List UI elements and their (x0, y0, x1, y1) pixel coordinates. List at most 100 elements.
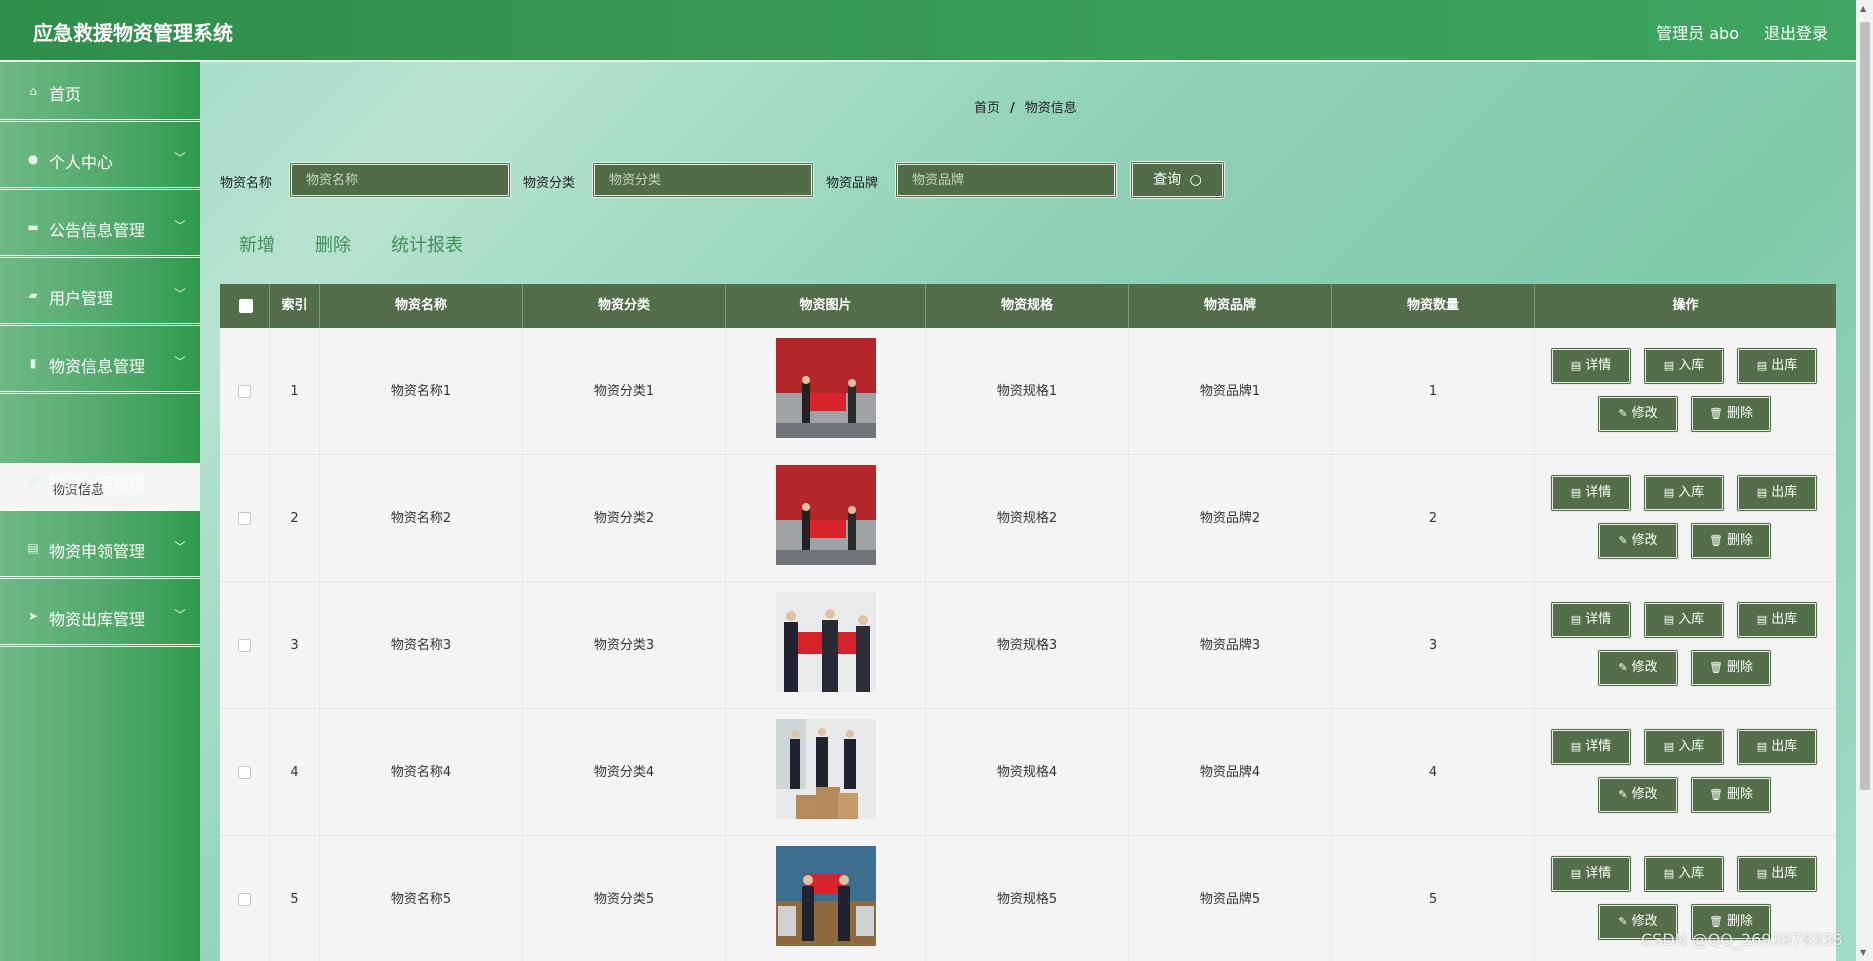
detail-button[interactable]: ▤ 详情 (1550, 474, 1632, 512)
table-row: 4 物资名称4 物资分类4 物资规格4 物资品牌4 4 ▤ 详情 ▤ 入库 ▤ 出库 … (220, 709, 1836, 836)
row-checkbox[interactable] (238, 385, 251, 398)
top-bar: 应急救援物资管理系统 管理员 abo 退出登录 (0, 0, 1873, 60)
edit-button[interactable]: ✎ 修改 (1597, 649, 1679, 687)
vertical-scrollbar[interactable]: ▲ ▼ (1856, 0, 1873, 961)
detail-button[interactable]: ▤ 详情 (1550, 601, 1632, 639)
chevron-down-icon: ﹀ (173, 472, 186, 486)
material-photo[interactable] (776, 719, 876, 819)
stock-in-button-label: 入库 (1678, 485, 1705, 500)
row-qty: 5 (1332, 836, 1535, 961)
row-checkbox[interactable] (238, 512, 251, 525)
chevron-down-icon: ﹀ (173, 608, 186, 622)
stock-out-button[interactable]: ▤ 出库 (1736, 728, 1818, 766)
row-category: 物资分类5 (523, 836, 726, 961)
stock-in-button[interactable]: ▤ 入库 (1643, 728, 1725, 766)
notice-icon: ▬ (27, 220, 39, 234)
breadcrumb-home[interactable]: 首页 (974, 101, 1000, 116)
material-photo[interactable] (776, 846, 876, 946)
detail-button[interactable]: ▤ 详情 (1550, 728, 1632, 766)
breadcrumb-separator: / (1010, 101, 1015, 116)
watermark: CSDN @QQ_2693978338 (1641, 930, 1843, 949)
detail-button[interactable]: ▤ 详情 (1550, 347, 1632, 385)
row-index: 2 (270, 455, 320, 582)
stock-in-button[interactable]: ▤ 入库 (1643, 601, 1725, 639)
search-category-label: 物资分类 (523, 176, 576, 191)
search-button[interactable]: 查询 ○ (1130, 161, 1225, 199)
chevron-down-icon: ﹀ (173, 287, 186, 301)
stock-out-button[interactable]: ▤ 出库 (1736, 347, 1818, 385)
pencil-icon: ✎ (1618, 661, 1628, 674)
col-name: 物资名称 (320, 284, 523, 328)
table-row: 3 物资名称3 物资分类3 物资规格3 物资品牌3 3 ▤ 详情 ▤ 入库 ▤ 出库 … (220, 582, 1836, 709)
stock-out-button[interactable]: ▤ 出库 (1736, 601, 1818, 639)
stock-in-button[interactable]: ▤ 入库 (1643, 347, 1725, 385)
stock-in-button-label: 入库 (1678, 612, 1705, 627)
delete-button[interactable]: 🗑 删除 (1690, 649, 1772, 687)
search-name-input[interactable] (292, 165, 508, 195)
current-user: 管理员 abo (1656, 24, 1739, 43)
select-all-checkbox[interactable] (239, 299, 253, 313)
row-category: 物资分类3 (523, 582, 726, 709)
scroll-down-icon[interactable]: ▼ (1860, 948, 1866, 957)
sidebar-item-label: 公告信息管理 (49, 221, 146, 240)
edit-button[interactable]: ✎ 修改 (1597, 776, 1679, 814)
detail-button-label: 详情 (1585, 358, 1612, 373)
document-icon: ▤ (1570, 486, 1582, 499)
breadcrumb: 首页 / 物资信息 (974, 97, 1077, 116)
trash-icon: 🗑 (1709, 915, 1723, 928)
delete-button[interactable]: 🗑 删除 (1690, 776, 1772, 814)
scrollbar-thumb[interactable] (1860, 22, 1870, 790)
logout-link[interactable]: 退出登录 (1764, 20, 1828, 44)
delete-button[interactable]: 🗑 删除 (1690, 522, 1772, 560)
search-brand-input[interactable] (898, 165, 1114, 195)
sidebar-item-home[interactable]: ⌂ 首页 (0, 62, 200, 122)
add-button[interactable]: 新增 (239, 231, 275, 257)
sidebar-item-label: 首页 (49, 85, 82, 104)
col-qty: 物资数量 (1332, 284, 1535, 328)
search-category-input[interactable] (595, 165, 811, 195)
row-select-cell (220, 582, 270, 709)
sidebar-item-profile[interactable]: ● 个人中心 ﹀ (0, 130, 200, 190)
stock-in-button[interactable]: ▤ 入库 (1643, 474, 1725, 512)
material-photo[interactable] (776, 465, 876, 565)
row-name: 物资名称5 (320, 836, 523, 961)
edit-button[interactable]: ✎ 修改 (1597, 395, 1679, 433)
bulk-delete-button[interactable]: 删除 (315, 231, 351, 257)
detail-button[interactable]: ▤ 详情 (1550, 855, 1632, 893)
row-index: 4 (270, 709, 320, 836)
sidebar-item-stock-out[interactable]: ➤ 物资出库管理 ﹀ (0, 587, 200, 647)
sidebar-item-stock-in[interactable]: ▦ 物资入库管理 ﹀ (0, 451, 200, 511)
stock-in-button[interactable]: ▤ 入库 (1643, 855, 1725, 893)
row-checkbox[interactable] (238, 766, 251, 779)
sidebar-item-users[interactable]: ▰ 用户管理 ﹀ (0, 266, 200, 326)
stock-out-button[interactable]: ▤ 出库 (1736, 474, 1818, 512)
sidebar-item-label: 物资申领管理 (49, 542, 146, 561)
sidebar-item-apply[interactable]: ▤ 物资申领管理 ﹀ (0, 519, 200, 579)
stock-out-button-label: 出库 (1771, 739, 1798, 754)
material-photo[interactable] (776, 338, 876, 438)
search-icon: ○ (1189, 172, 1202, 188)
row-spec: 物资规格4 (926, 709, 1129, 836)
scroll-up-icon[interactable]: ▲ (1860, 4, 1866, 13)
row-index: 5 (270, 836, 320, 961)
row-category: 物资分类2 (523, 455, 726, 582)
sidebar-item-materials[interactable]: ▮ 物资信息管理 ﹀ (0, 334, 200, 394)
delete-button[interactable]: 🗑 删除 (1690, 395, 1772, 433)
row-qty: 3 (1332, 582, 1535, 709)
chat-icon: ▰ (28, 288, 38, 302)
pencil-icon: ✎ (1618, 788, 1628, 801)
stock-out-button[interactable]: ▤ 出库 (1736, 855, 1818, 893)
row-checkbox[interactable] (238, 893, 251, 906)
row-brand: 物资品牌4 (1129, 709, 1332, 836)
sidebar-item-label: 物资出库管理 (49, 610, 146, 629)
report-button[interactable]: 统计报表 (391, 231, 463, 257)
row-category: 物资分类1 (523, 328, 726, 455)
sidebar-item-notice[interactable]: ▬ 公告信息管理 ﹀ (0, 198, 200, 258)
clipboard-icon: ▤ (27, 541, 39, 555)
row-checkbox[interactable] (238, 639, 251, 652)
home-icon: ⌂ (29, 84, 37, 98)
material-photo[interactable] (776, 592, 876, 692)
document-icon: ▤ (1756, 613, 1768, 626)
table-header: 索引 物资名称 物资分类 物资图片 物资规格 物资品牌 物资数量 操作 (220, 284, 1836, 328)
edit-button[interactable]: ✎ 修改 (1597, 522, 1679, 560)
